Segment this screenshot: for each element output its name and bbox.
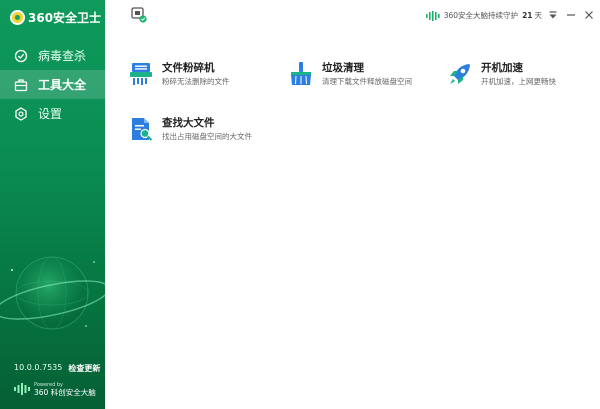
logo-text: 360安全卫士 xyxy=(28,10,102,25)
check-update-link[interactable]: 检查更新 xyxy=(68,363,100,374)
minimize-icon xyxy=(567,14,575,16)
close-button[interactable] xyxy=(582,8,596,22)
version-row: 10.0.0.7535 检查更新 xyxy=(14,363,100,374)
sidebar-item-toolbox[interactable]: 工具大全 xyxy=(0,70,105,99)
tool-description: 清理下载文件释放磁盘空间 xyxy=(322,77,412,86)
tool-description: 粉碎无法删除的文件 xyxy=(162,77,230,86)
sidebar-item-label: 设置 xyxy=(38,107,63,121)
tool-title: 查找大文件 xyxy=(162,117,215,129)
tool-junk-cleanup[interactable]: 垃圾清理 清理下载文件释放磁盘空间 xyxy=(288,61,412,87)
title-bar: 360安全大脑持续守护 21 天 xyxy=(105,0,600,32)
shredder-icon xyxy=(130,63,152,85)
protection-status: 360安全大脑持续守护 21 天 xyxy=(425,10,543,21)
tool-find-large-files[interactable]: 查找大文件 找出占用磁盘空间的大文件 xyxy=(128,116,252,142)
sidebar-item-label: 病毒查杀 xyxy=(38,49,87,63)
planet-illustration xyxy=(0,256,105,330)
sidebar-item-virus-scan[interactable]: 病毒查杀 xyxy=(0,41,105,70)
sidebar-item-label: 工具大全 xyxy=(38,78,87,92)
menu-button[interactable] xyxy=(546,8,560,22)
sidebar: 360安全卫士 病毒查杀 工具大全 设置 10.0.0.7535 检查更新 Po… xyxy=(0,0,105,409)
file-search-icon xyxy=(132,118,153,141)
protection-unit: 天 xyxy=(534,11,543,20)
gear-icon xyxy=(14,106,28,121)
app-logo: 360安全卫士 xyxy=(10,9,101,25)
tool-title: 开机加速 xyxy=(481,62,523,74)
brain-logo-icon xyxy=(14,383,30,395)
protection-text: 360安全大脑持续守护 xyxy=(443,11,519,20)
minimize-button[interactable] xyxy=(564,8,578,22)
tool-boot-speedup[interactable]: 开机加速 开机加速，上网更畅快 xyxy=(447,61,556,87)
brain-wave-icon xyxy=(425,10,440,21)
tool-description: 找出占用磁盘空间的大文件 xyxy=(162,132,252,141)
broom-icon xyxy=(291,62,311,85)
sidebar-nav: 病毒查杀 工具大全 设置 xyxy=(0,41,105,128)
logo-icon xyxy=(10,9,25,25)
menu-dropdown-icon xyxy=(549,11,557,19)
protection-days: 21 xyxy=(522,11,533,20)
tool-description: 开机加速，上网更畅快 xyxy=(481,77,556,86)
sidebar-item-settings[interactable]: 设置 xyxy=(0,99,105,128)
tool-title: 文件粉碎机 xyxy=(162,62,215,74)
security-status-icon[interactable] xyxy=(131,7,147,23)
close-icon xyxy=(585,11,593,19)
tool-title: 垃圾清理 xyxy=(322,62,364,74)
shield-scan-icon xyxy=(14,49,28,63)
toolbox-icon xyxy=(14,78,28,92)
rocket-icon xyxy=(450,64,470,84)
version-text: 10.0.0.7535 xyxy=(14,363,63,372)
powered-brand: 360 科创安全大脑 xyxy=(34,388,96,397)
tool-file-shredder[interactable]: 文件粉碎机 粉碎无法删除的文件 xyxy=(128,61,230,87)
powered-by: Powered by 360 科创安全大脑 xyxy=(14,381,96,397)
